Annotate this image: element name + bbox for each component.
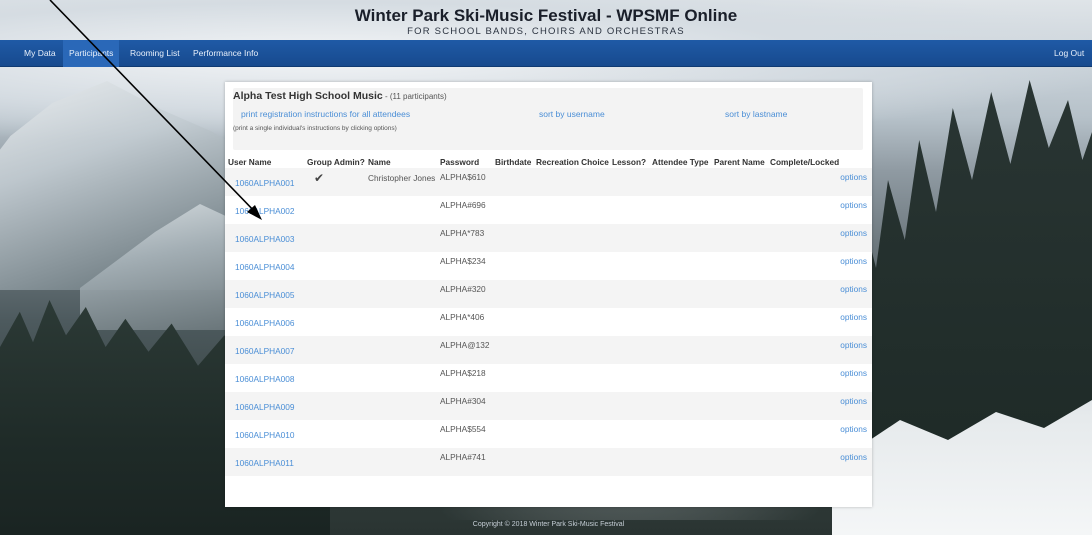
password-cell: ALPHA@132 bbox=[440, 340, 490, 350]
password-cell: ALPHA$610 bbox=[440, 172, 486, 182]
table-row: 1060ALPHA002 ALPHA#696 options bbox=[225, 196, 872, 224]
password-cell: ALPHA#304 bbox=[440, 396, 486, 406]
site-title: Winter Park Ski-Music Festival - WPSMF O… bbox=[354, 6, 738, 25]
options-link[interactable]: options bbox=[840, 228, 867, 238]
options-link[interactable]: options bbox=[840, 312, 867, 322]
footer: Copyright © 2018 Winter Park Ski-Music F… bbox=[225, 507, 872, 535]
participant-count: - (11 participants) bbox=[382, 92, 447, 101]
col-name: Name bbox=[368, 157, 391, 167]
table-row: 1060ALPHA004 ALPHA$234 options bbox=[225, 252, 872, 280]
col-recreation-choice: Recreation Choice bbox=[536, 157, 609, 167]
col-birthdate: Birthdate bbox=[495, 157, 532, 167]
options-link[interactable]: options bbox=[840, 452, 867, 462]
password-cell: ALPHA*783 bbox=[440, 228, 485, 238]
nav-log-out[interactable]: Log Out bbox=[1048, 40, 1090, 67]
username-link[interactable]: 1060ALPHA008 bbox=[235, 374, 295, 384]
options-link[interactable]: options bbox=[840, 424, 867, 434]
password-cell: ALPHA$234 bbox=[440, 256, 486, 266]
group-heading: Alpha Test High School Music - (11 parti… bbox=[233, 90, 447, 102]
copyright-text: Copyright © 2018 Winter Park Ski-Music F… bbox=[472, 521, 625, 528]
username-link[interactable]: 1060ALPHA010 bbox=[235, 430, 295, 440]
group-name: Alpha Test High School Music bbox=[233, 90, 383, 102]
options-link[interactable]: options bbox=[840, 172, 867, 182]
username-link[interactable]: 1060ALPHA005 bbox=[235, 290, 295, 300]
site-subtitle: FOR SCHOOL BANDS, CHOIRS AND ORCHESTRAS bbox=[407, 26, 685, 37]
group-info-box: Alpha Test High School Music - (11 parti… bbox=[233, 88, 863, 150]
table-row: 1060ALPHA001 ✔ Christopher Jones ALPHA$6… bbox=[225, 168, 872, 196]
table-row: 1060ALPHA003 ALPHA*783 options bbox=[225, 224, 872, 252]
print-single-note: (print a single individual's instruction… bbox=[233, 125, 397, 132]
table-row: 1060ALPHA005 ALPHA#320 options bbox=[225, 280, 872, 308]
table-row: 1060ALPHA011 ALPHA#741 options bbox=[225, 448, 872, 476]
password-cell: ALPHA#320 bbox=[440, 284, 486, 294]
table-row: 1060ALPHA008 ALPHA$218 options bbox=[225, 364, 872, 392]
password-cell: ALPHA#741 bbox=[440, 452, 486, 462]
col-password: Password bbox=[440, 157, 480, 167]
options-link[interactable]: options bbox=[840, 340, 867, 350]
col-complete-locked: Complete/Locked bbox=[770, 157, 840, 167]
table-row: 1060ALPHA010 ALPHA$554 options bbox=[225, 420, 872, 448]
nav-participants[interactable]: Participants bbox=[63, 40, 120, 67]
sort-by-username-link[interactable]: sort by username bbox=[539, 109, 605, 119]
col-user-name: User Name bbox=[228, 157, 272, 167]
participant-name: Christopher Jones bbox=[368, 173, 436, 183]
password-cell: ALPHA$554 bbox=[440, 424, 486, 434]
main-navbar: My Data Participants Rooming List Perfor… bbox=[0, 40, 1092, 67]
nav-performance-info[interactable]: Performance Info bbox=[187, 40, 264, 67]
nav-my-data[interactable]: My Data bbox=[18, 40, 62, 67]
username-link[interactable]: 1060ALPHA011 bbox=[235, 458, 294, 468]
password-cell: ALPHA#696 bbox=[440, 200, 486, 210]
username-link[interactable]: 1060ALPHA009 bbox=[235, 402, 295, 412]
options-link[interactable]: options bbox=[840, 256, 867, 266]
table-row: 1060ALPHA006 ALPHA*406 options bbox=[225, 308, 872, 336]
table-row: 1060ALPHA009 ALPHA#304 options bbox=[225, 392, 872, 420]
col-lesson: Lesson? bbox=[612, 157, 647, 167]
sort-by-lastname-link[interactable]: sort by lastname bbox=[725, 109, 787, 119]
nav-rooming-list[interactable]: Rooming List bbox=[124, 40, 186, 67]
col-group-admin: Group Admin? bbox=[307, 157, 365, 167]
options-link[interactable]: options bbox=[840, 368, 867, 378]
table-row: 1060ALPHA007 ALPHA@132 options bbox=[225, 336, 872, 364]
username-link[interactable]: 1060ALPHA006 bbox=[235, 318, 295, 328]
username-link[interactable]: 1060ALPHA002 bbox=[235, 206, 295, 216]
site-header: Winter Park Ski-Music Festival - WPSMF O… bbox=[0, 0, 1092, 40]
options-link[interactable]: options bbox=[840, 396, 867, 406]
options-link[interactable]: options bbox=[840, 284, 867, 294]
col-attendee-type: Attendee Type bbox=[652, 157, 709, 167]
participants-panel: Alpha Test High School Music - (11 parti… bbox=[225, 82, 872, 507]
username-link[interactable]: 1060ALPHA001 bbox=[235, 178, 295, 188]
username-link[interactable]: 1060ALPHA003 bbox=[235, 234, 295, 244]
password-cell: ALPHA*406 bbox=[440, 312, 485, 322]
options-link[interactable]: options bbox=[840, 200, 867, 210]
admin-check-icon: ✔ bbox=[314, 171, 325, 185]
username-link[interactable]: 1060ALPHA004 bbox=[235, 262, 295, 272]
col-parent-name: Parent Name bbox=[714, 157, 765, 167]
password-cell: ALPHA$218 bbox=[440, 368, 486, 378]
username-link[interactable]: 1060ALPHA007 bbox=[235, 346, 295, 356]
print-all-instructions-link[interactable]: print registration instructions for all … bbox=[241, 109, 410, 119]
